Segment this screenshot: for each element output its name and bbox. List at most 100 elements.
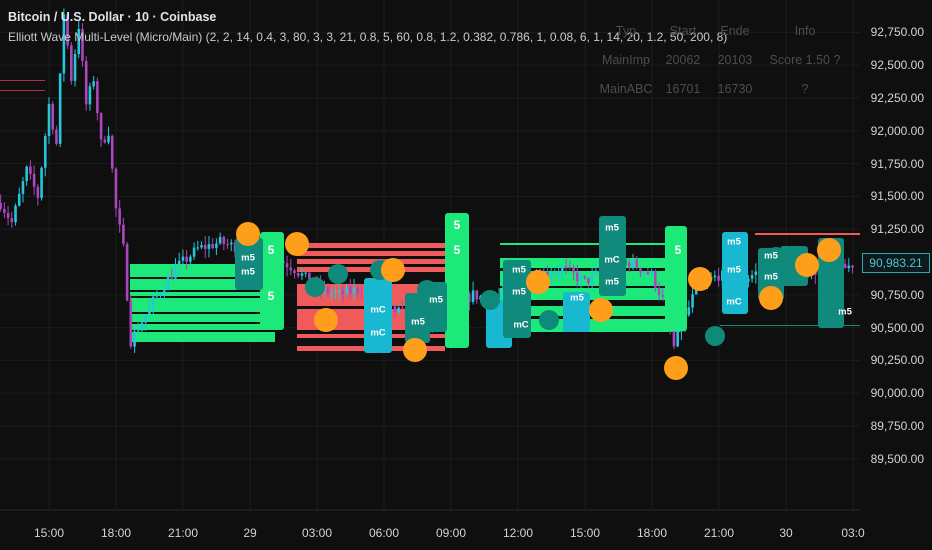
candle: [14, 203, 17, 226]
candle: [129, 294, 133, 349]
cell: 20103: [717, 52, 753, 67]
cell: ?: [801, 81, 809, 96]
wave-box-bull: [445, 213, 469, 348]
pivot-high-marker: [759, 286, 783, 310]
x-tick-label: 12:00: [502, 526, 534, 540]
candle: [293, 268, 296, 279]
col-info: Info: [794, 23, 816, 38]
wave-label: mC: [370, 327, 386, 339]
candle: [96, 77, 99, 121]
candle: [676, 331, 679, 348]
x-tick-label: 06:00: [368, 526, 400, 540]
wave-label: mC: [726, 296, 742, 308]
x-tick-label: 30: [779, 526, 793, 540]
candle: [84, 56, 88, 111]
wave-label: 5: [267, 243, 275, 257]
candle: [687, 300, 691, 317]
wave-label: m5: [764, 271, 778, 283]
wave-label: m5: [764, 250, 778, 262]
candle: [58, 72, 62, 148]
x-tick-label: 21:00: [703, 526, 735, 540]
cell: 16730: [717, 81, 753, 96]
candle: [211, 238, 214, 250]
table-row: MainImp 20062 20103 Score 1.50 ?: [596, 45, 850, 74]
wave-box-bull: [665, 226, 687, 331]
x-tick-label: 18:00: [636, 526, 668, 540]
candle: [218, 232, 222, 246]
wave-label: m5: [512, 286, 526, 298]
pivot-high-marker: [688, 267, 712, 291]
y-tick-label: 90,750.00: [870, 287, 924, 302]
candle: [6, 206, 10, 226]
y-tick-label: 92,000.00: [870, 123, 924, 138]
candle: [92, 75, 95, 90]
candle: [36, 183, 40, 206]
wave-label: m5: [605, 276, 619, 288]
last-price-badge: 90,983.21: [862, 253, 930, 273]
candle: [754, 263, 758, 284]
wave-label: m5: [429, 294, 443, 306]
pivot-low-marker: [705, 326, 725, 346]
candle: [114, 167, 118, 217]
info-table: Typ Start Ende Info MainImp 20062 20103 …: [596, 16, 850, 103]
candle: [475, 290, 479, 304]
candle: [717, 267, 720, 287]
candle: [25, 165, 28, 186]
wave-label: 5: [674, 243, 682, 257]
y-tick-label: 91,250.00: [870, 222, 924, 237]
candle: [43, 133, 47, 177]
pivot-high-marker: [403, 338, 427, 362]
table-header: Typ Start Ende Info: [596, 16, 850, 45]
symbol-title[interactable]: Bitcoin / U.S. Dollar · 10 · Coinbase: [8, 10, 216, 24]
candle: [200, 241, 203, 250]
pivot-low-marker: [328, 264, 348, 284]
candle: [47, 97, 51, 145]
x-tick-label: 03:0: [841, 526, 865, 540]
label-box: [364, 278, 392, 353]
candle: [3, 202, 6, 218]
cell: 20062: [665, 52, 701, 67]
candle: [17, 187, 21, 207]
pivot-high-marker: [285, 232, 309, 256]
wave-label: m5: [512, 264, 526, 276]
candle: [843, 259, 847, 269]
candle: [750, 270, 754, 283]
wave-label: mC: [370, 304, 386, 316]
pivot-low-marker: [480, 290, 500, 310]
candle: [229, 239, 233, 252]
candle: [122, 217, 125, 247]
pivot-high-marker: [589, 298, 613, 322]
y-tick-label: 91,750.00: [870, 156, 924, 171]
wave-label: m5: [727, 236, 741, 248]
candle: [55, 125, 58, 146]
wave-label: 5: [453, 218, 461, 232]
pivot-high-marker: [381, 258, 405, 282]
candle: [110, 134, 114, 173]
pivot-high-marker: [236, 222, 260, 246]
pivot-low-marker: [539, 310, 559, 330]
wave-label: m5: [605, 222, 619, 234]
y-tick-label: 92,750.00: [870, 25, 924, 40]
candle: [21, 176, 25, 203]
pivot-high-marker: [664, 356, 688, 380]
pivot-high-marker: [314, 308, 338, 332]
candle: [192, 242, 196, 260]
x-tick-label: 03:00: [301, 526, 333, 540]
y-tick-label: 92,250.00: [870, 91, 924, 105]
candle: [70, 41, 73, 85]
wave-label: m5: [570, 292, 584, 304]
y-tick-label: 89,500.00: [870, 451, 924, 466]
candle: [203, 236, 207, 259]
candle: [181, 249, 185, 265]
candle: [713, 270, 717, 282]
candle: [51, 101, 55, 135]
candle: [289, 258, 293, 276]
wave-label: m5: [838, 306, 852, 318]
candle: [196, 240, 200, 251]
candle: [285, 255, 289, 277]
candle: [215, 238, 218, 256]
col-ende: Ende: [720, 23, 750, 38]
wave-label: mC: [513, 319, 529, 331]
y-tick-label: 90,000.00: [870, 386, 924, 401]
candle: [10, 211, 14, 228]
